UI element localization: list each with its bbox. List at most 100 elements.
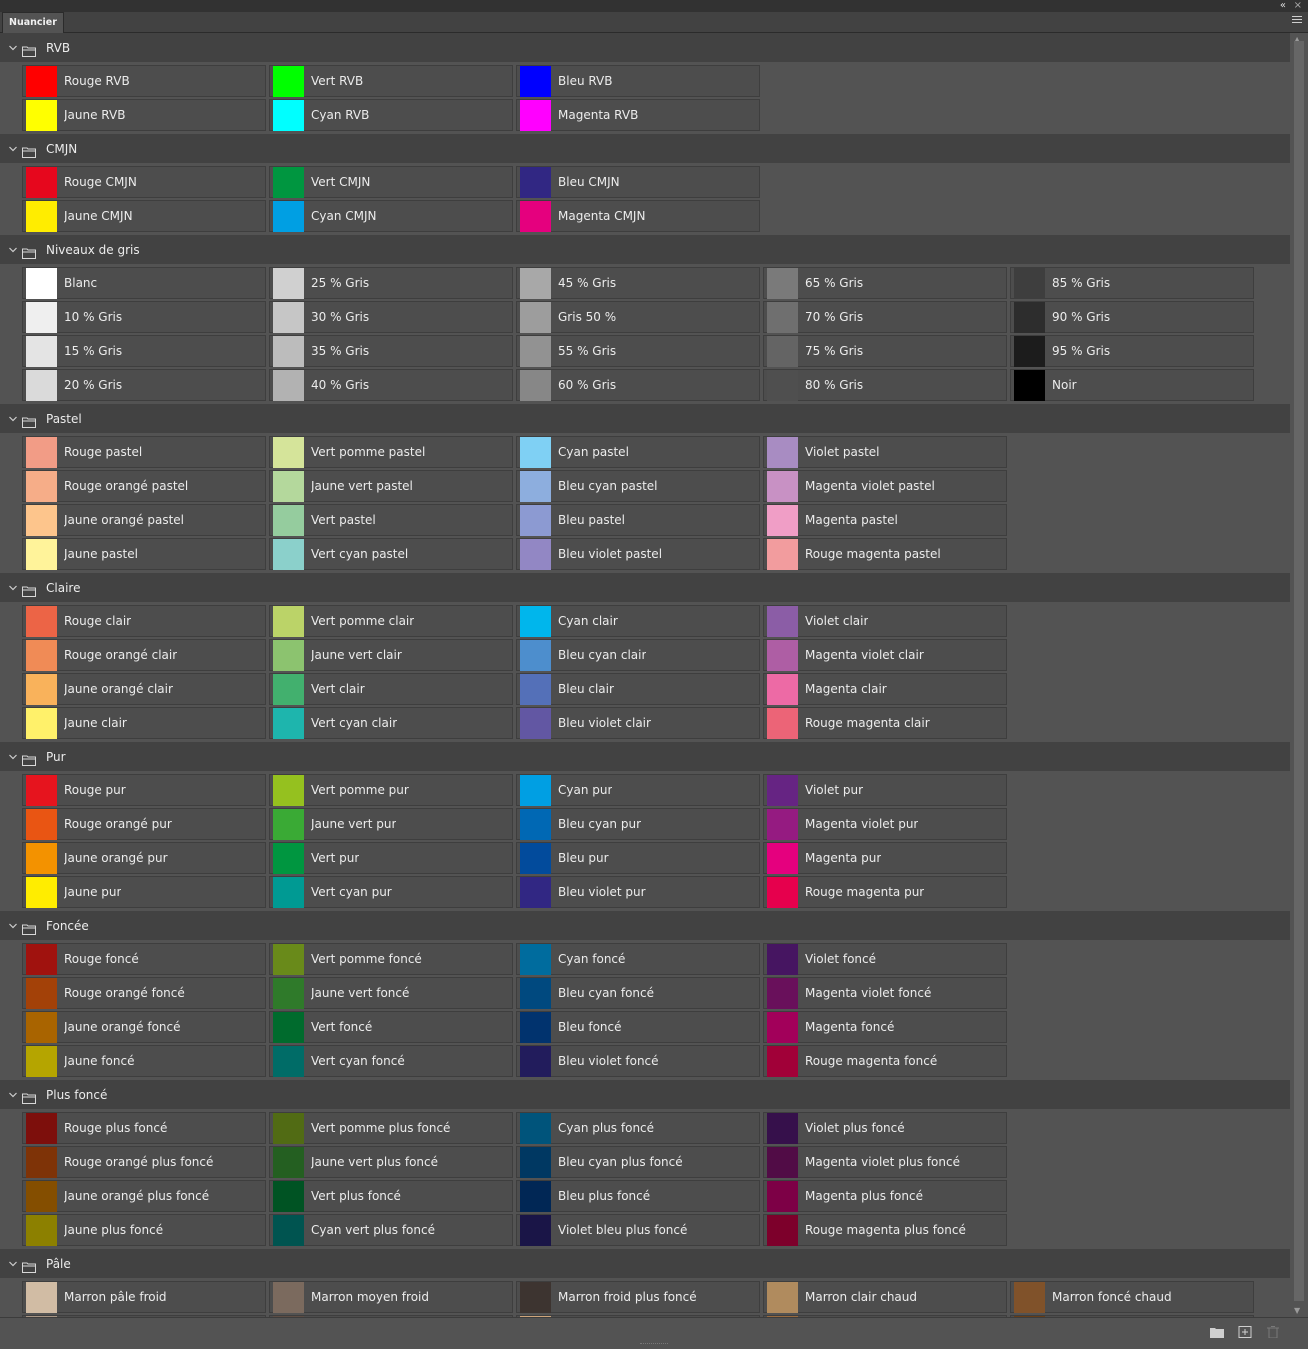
swatch-90-gris[interactable]: 90 % Gris [1010, 301, 1254, 333]
swatch-20-gris[interactable]: 20 % Gris [22, 369, 266, 401]
swatch-bleu-violet-pur[interactable]: Bleu violet pur [516, 876, 760, 908]
swatch-vert-pomme-clair[interactable]: Vert pomme clair [269, 605, 513, 637]
group-header-cmjn[interactable]: CMJN [0, 134, 1290, 163]
group-header-rvb[interactable]: RVB [0, 33, 1290, 62]
swatch-jaune-vert-plus-fonce[interactable]: Jaune vert plus foncé [269, 1146, 513, 1178]
swatch-rouge-magenta-plus-fonce[interactable]: Rouge magenta plus foncé [763, 1214, 1007, 1246]
swatch-80-gris[interactable]: 80 % Gris [763, 369, 1007, 401]
swatch-bleu-fonce[interactable]: Bleu foncé [516, 1011, 760, 1043]
swatch-bleu-violet-pastel[interactable]: Bleu violet pastel [516, 538, 760, 570]
swatch-85-gris[interactable]: 85 % Gris [1010, 267, 1254, 299]
swatch-jaune-pur[interactable]: Jaune pur [22, 876, 266, 908]
group-header-plus-fonce[interactable]: Plus foncé [0, 1080, 1290, 1109]
swatch-40-gris[interactable]: 40 % Gris [269, 369, 513, 401]
chevron-down-icon[interactable] [7, 920, 19, 932]
swatch-bleu-cyan-pur[interactable]: Bleu cyan pur [516, 808, 760, 840]
swatch-65-gris[interactable]: 65 % Gris [763, 267, 1007, 299]
chevron-down-icon[interactable] [7, 143, 19, 155]
chevron-down-icon[interactable] [7, 751, 19, 763]
group-header-claire[interactable]: Claire [0, 573, 1290, 602]
group-header-pale[interactable]: Pâle [0, 1249, 1290, 1278]
swatch-cyan-pur[interactable]: Cyan pur [516, 774, 760, 806]
swatch-95-gris[interactable]: 95 % Gris [1010, 335, 1254, 367]
swatch-rouge-clair[interactable]: Rouge clair [22, 605, 266, 637]
swatch-bleu-cmjn[interactable]: Bleu CMJN [516, 166, 760, 198]
swatch-jaune-pastel[interactable]: Jaune pastel [22, 538, 266, 570]
swatch-25-gris[interactable]: 25 % Gris [269, 267, 513, 299]
swatch-bleu-rvb[interactable]: Bleu RVB [516, 65, 760, 97]
swatch-30-gris[interactable]: 30 % Gris [269, 301, 513, 333]
swatch-violet-fonce[interactable]: Violet foncé [763, 943, 1007, 975]
chevron-down-icon[interactable] [7, 582, 19, 594]
swatch-jaune-vert-clair[interactable]: Jaune vert clair [269, 639, 513, 671]
swatch-magenta-violet-fonce[interactable]: Magenta violet foncé [763, 977, 1007, 1009]
swatch-violet-plus-fonce[interactable]: Violet plus foncé [763, 1112, 1007, 1144]
swatch-bleu-cyan-plus-fonce[interactable]: Bleu cyan plus foncé [516, 1146, 760, 1178]
swatch-cyan-fonce[interactable]: Cyan foncé [516, 943, 760, 975]
swatch-magenta-pur[interactable]: Magenta pur [763, 842, 1007, 874]
swatch-jaune-clair[interactable]: Jaune clair [22, 707, 266, 739]
swatch-bleu-cyan-fonce[interactable]: Bleu cyan foncé [516, 977, 760, 1009]
swatch-marron-pale-froid[interactable]: Marron pâle froid [22, 1281, 266, 1313]
swatch-jaune-vert-fonce[interactable]: Jaune vert foncé [269, 977, 513, 1009]
scroll-down-icon[interactable]: ▼ [1294, 1306, 1300, 1315]
swatch-vert-plus-fonce[interactable]: Vert plus foncé [269, 1180, 513, 1212]
swatch-rouge-orange-clair[interactable]: Rouge orangé clair [22, 639, 266, 671]
scrollbar-thumb[interactable] [1294, 41, 1304, 1301]
swatch-bleu-cyan-pastel[interactable]: Bleu cyan pastel [516, 470, 760, 502]
swatch-vert-pur[interactable]: Vert pur [269, 842, 513, 874]
swatch-rouge-magenta-pur[interactable]: Rouge magenta pur [763, 876, 1007, 908]
swatch-vert-cyan-pastel[interactable]: Vert cyan pastel [269, 538, 513, 570]
swatch-jaune-vert-pastel[interactable]: Jaune vert pastel [269, 470, 513, 502]
swatch-jaune-fonce[interactable]: Jaune foncé [22, 1045, 266, 1077]
chevron-down-icon[interactable] [7, 413, 19, 425]
chevron-down-icon[interactable] [7, 244, 19, 256]
swatch-vert-fonce[interactable]: Vert foncé [269, 1011, 513, 1043]
swatch-magenta-violet-pur[interactable]: Magenta violet pur [763, 808, 1007, 840]
swatch-rouge-orange-pastel[interactable]: Rouge orangé pastel [22, 470, 266, 502]
swatch-violet-bleu-plus-fonce[interactable]: Violet bleu plus foncé [516, 1214, 760, 1246]
group-header-niveaux-de-gris[interactable]: Niveaux de gris [0, 235, 1290, 264]
swatch-jaune-orange-plus-fonce[interactable]: Jaune orangé plus foncé [22, 1180, 266, 1212]
swatch-rouge-cmjn[interactable]: Rouge CMJN [22, 166, 266, 198]
swatch-15-gris[interactable]: 15 % Gris [22, 335, 266, 367]
swatch-60-gris[interactable]: 60 % Gris [516, 369, 760, 401]
swatch-magenta-violet-plus-fonce[interactable]: Magenta violet plus foncé [763, 1146, 1007, 1178]
swatch-rouge-fonce[interactable]: Rouge foncé [22, 943, 266, 975]
swatch-magenta-pastel[interactable]: Magenta pastel [763, 504, 1007, 536]
swatch-rouge-orange-fonce[interactable]: Rouge orangé foncé [22, 977, 266, 1009]
swatch-bleu-clair[interactable]: Bleu clair [516, 673, 760, 705]
swatch-bleu-cyan-clair[interactable]: Bleu cyan clair [516, 639, 760, 671]
swatch-rouge-pastel[interactable]: Rouge pastel [22, 436, 266, 468]
swatch-rouge-orange-pur[interactable]: Rouge orangé pur [22, 808, 266, 840]
swatch-rouge-rvb[interactable]: Rouge RVB [22, 65, 266, 97]
swatch-cyan-vert-plus-fonce[interactable]: Cyan vert plus foncé [269, 1214, 513, 1246]
swatch-violet-pur[interactable]: Violet pur [763, 774, 1007, 806]
swatch-vert-pomme-pur[interactable]: Vert pomme pur [269, 774, 513, 806]
group-header-pur[interactable]: Pur [0, 742, 1290, 771]
swatch-marron-clair-chaud[interactable]: Marron clair chaud [763, 1281, 1007, 1313]
chevron-down-icon[interactable] [7, 42, 19, 54]
swatch-vert-pastel[interactable]: Vert pastel [269, 504, 513, 536]
swatch-45-gris[interactable]: 45 % Gris [516, 267, 760, 299]
swatch-cyan-clair[interactable]: Cyan clair [516, 605, 760, 637]
swatch-jaune-rvb[interactable]: Jaune RVB [22, 99, 266, 131]
swatch-jaune-orange-clair[interactable]: Jaune orangé clair [22, 673, 266, 705]
chevron-down-icon[interactable] [7, 1258, 19, 1270]
swatch-jaune-orange-pastel[interactable]: Jaune orangé pastel [22, 504, 266, 536]
swatch-cyan-rvb[interactable]: Cyan RVB [269, 99, 513, 131]
swatch-cyan-plus-fonce[interactable]: Cyan plus foncé [516, 1112, 760, 1144]
swatch-marron-moyen-froid[interactable]: Marron moyen froid [269, 1281, 513, 1313]
swatch-jaune-plus-fonce[interactable]: Jaune plus foncé [22, 1214, 266, 1246]
group-header-pastel[interactable]: Pastel [0, 404, 1290, 433]
swatch-70-gris[interactable]: 70 % Gris [763, 301, 1007, 333]
group-header-foncee[interactable]: Foncée [0, 911, 1290, 940]
swatch-rouge-magenta-pastel[interactable]: Rouge magenta pastel [763, 538, 1007, 570]
trash-icon[interactable] [1266, 1326, 1280, 1338]
swatch-vert-pomme-pastel[interactable]: Vert pomme pastel [269, 436, 513, 468]
swatch-noir[interactable]: Noir [1010, 369, 1254, 401]
close-panel-icon[interactable]: × [1294, 0, 1302, 12]
swatch-jaune-cmjn[interactable]: Jaune CMJN [22, 200, 266, 232]
folder-icon[interactable] [1210, 1326, 1224, 1338]
swatch-rouge-magenta-fonce[interactable]: Rouge magenta foncé [763, 1045, 1007, 1077]
